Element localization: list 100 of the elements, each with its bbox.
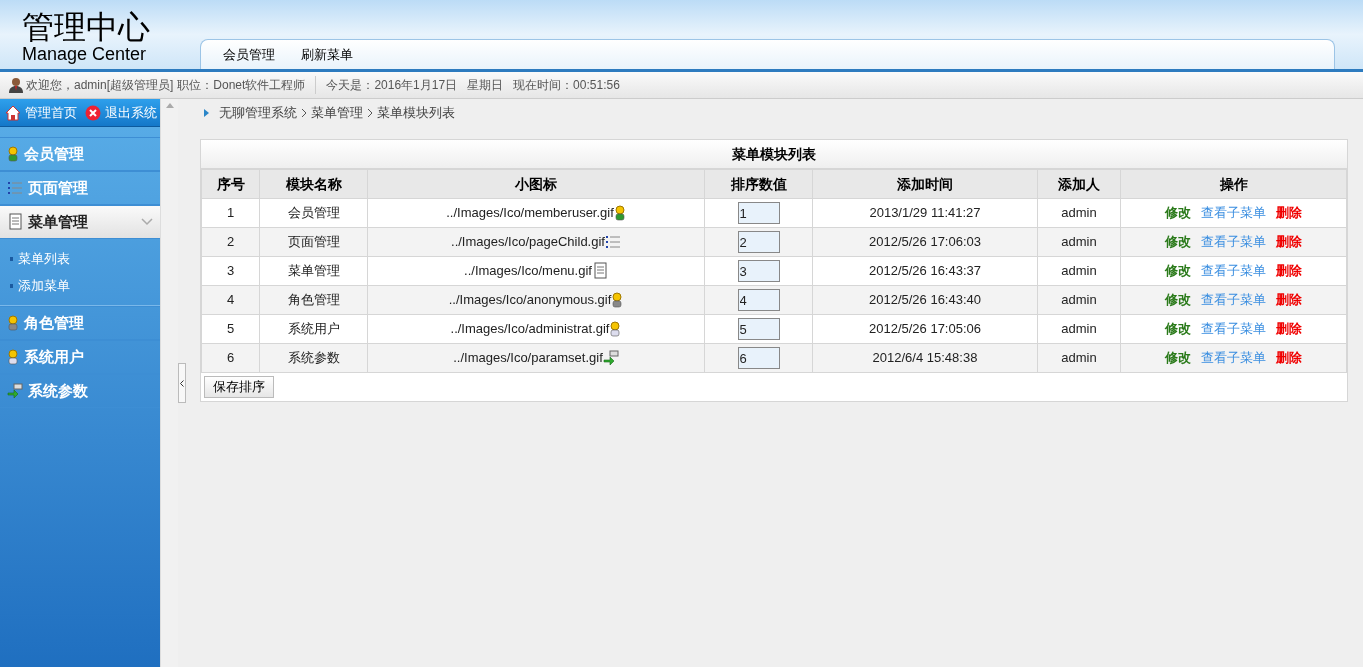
- table-cell: 2012/5/26 16:43:40: [812, 285, 1038, 315]
- view-submenu-link[interactable]: 查看子菜单: [1201, 232, 1266, 252]
- column-header: 添加时间: [812, 169, 1038, 199]
- menu-item-icon: [7, 213, 23, 231]
- sort-input[interactable]: 5: [737, 318, 780, 340]
- table-cell: 4: [201, 285, 260, 315]
- table-cell: 3: [201, 256, 260, 286]
- table-cell: admin: [1037, 227, 1121, 257]
- table-cell: 角色管理: [259, 285, 368, 315]
- edit-link[interactable]: 修改: [1165, 290, 1191, 310]
- delete-link[interactable]: 删除: [1276, 319, 1302, 339]
- logout-link[interactable]: 退出系统: [85, 102, 157, 123]
- date-text: 今天是：2016年1月17日: [326, 77, 458, 94]
- icon-path-text: ../Images/Ico/menu.gif: [464, 262, 592, 281]
- icon-path-text: ../Images/Ico/memberuser.gif: [446, 204, 614, 223]
- delete-link[interactable]: 删除: [1276, 261, 1302, 281]
- chevron-right-icon: [367, 108, 373, 118]
- edit-link[interactable]: 修改: [1165, 203, 1191, 223]
- module-icon: [611, 292, 624, 308]
- sidebar-menu-item[interactable]: 角色管理: [0, 306, 160, 340]
- logo-subtitle: Manage Center: [22, 45, 148, 63]
- collapse-sidebar-button[interactable]: [178, 363, 186, 403]
- table-cell: 系统参数: [259, 343, 368, 373]
- edit-link[interactable]: 修改: [1165, 232, 1191, 252]
- submenu-item[interactable]: 菜单列表: [0, 245, 160, 272]
- bullet-icon: [10, 283, 13, 288]
- edit-link[interactable]: 修改: [1165, 319, 1191, 339]
- delete-link[interactable]: 删除: [1276, 232, 1302, 252]
- sidebar-menu-item[interactable]: 会员管理: [0, 137, 160, 171]
- breadcrumb-item[interactable]: 无聊管理系统: [219, 103, 297, 123]
- table-cell: 2012/5/26 16:43:37: [812, 256, 1038, 286]
- view-submenu-link[interactable]: 查看子菜单: [1201, 261, 1266, 281]
- sort-input[interactable]: 4: [737, 289, 780, 311]
- sidebar-menu-item[interactable]: 系统用户: [0, 340, 160, 374]
- column-header: 添加人: [1037, 169, 1121, 199]
- table-cell: admin: [1037, 285, 1121, 315]
- delete-link[interactable]: 删除: [1276, 348, 1302, 368]
- close-icon: [85, 104, 101, 121]
- table-cell: 1: [201, 198, 260, 228]
- chevron-left-icon: [180, 379, 184, 387]
- submenu-item[interactable]: 添加菜单: [0, 272, 160, 299]
- sidebar-menu-item[interactable]: 页面管理: [0, 171, 160, 205]
- sidebar-menu-item[interactable]: 菜单管理: [0, 205, 160, 239]
- scroll-up-icon: [165, 103, 174, 108]
- chevron-right-icon: [301, 108, 307, 118]
- delete-link[interactable]: 删除: [1276, 290, 1302, 310]
- sort-input[interactable]: 3: [737, 260, 780, 282]
- menu-item-icon: [7, 180, 23, 196]
- table-cell: 系统用户: [259, 314, 368, 344]
- delete-link[interactable]: 删除: [1276, 203, 1302, 223]
- edit-link[interactable]: 修改: [1165, 348, 1191, 368]
- module-icon: [591, 262, 608, 280]
- top-tab[interactable]: 会员管理: [223, 44, 275, 65]
- view-submenu-link[interactable]: 查看子菜单: [1201, 203, 1266, 223]
- column-header: 序号: [201, 169, 260, 199]
- sort-input[interactable]: 2: [737, 231, 780, 253]
- view-submenu-link[interactable]: 查看子菜单: [1201, 348, 1266, 368]
- column-header: 排序数值: [704, 169, 813, 199]
- view-submenu-link[interactable]: 查看子菜单: [1201, 319, 1266, 339]
- table-cell: 6: [201, 343, 260, 373]
- table-cell: admin: [1037, 314, 1121, 344]
- time-text: 现在时间：00:51:56: [513, 77, 620, 94]
- edit-link[interactable]: 修改: [1165, 261, 1191, 281]
- table-cell: 会员管理: [259, 198, 368, 228]
- menu-item-icon: [7, 146, 19, 162]
- icon-path-text: ../Images/Ico/paramset.gif: [453, 349, 603, 368]
- save-order-button[interactable]: 保存排序: [204, 376, 274, 398]
- weekday-text: 星期日: [467, 77, 504, 94]
- column-header: 模块名称: [259, 169, 368, 199]
- chevron-down-icon: [141, 218, 153, 226]
- welcome-text: 欢迎您，admin[超级管理员]: [26, 77, 174, 94]
- icon-path-text: ../Images/Ico/administrat.gif: [450, 320, 610, 339]
- column-header: 操作: [1120, 169, 1347, 199]
- top-tab[interactable]: 刷新菜单: [301, 44, 353, 65]
- icon-path-text: ../Images/Ico/anonymous.gif: [448, 291, 612, 310]
- table-cell: 2013/1/29 11:41:27: [812, 198, 1038, 228]
- table-cell: 2012/5/26 17:06:03: [812, 227, 1038, 257]
- sort-input[interactable]: 6: [737, 347, 780, 369]
- sort-input[interactable]: 1: [737, 202, 780, 224]
- view-submenu-link[interactable]: 查看子菜单: [1201, 290, 1266, 310]
- module-icon: [609, 321, 622, 337]
- position-text: 职位：Donet软件工程师: [177, 76, 317, 94]
- table-cell: admin: [1037, 343, 1121, 373]
- logo-title: 管理中心: [22, 11, 151, 43]
- breadcrumb-item: 菜单模块列表: [377, 104, 455, 123]
- module-icon: [613, 205, 626, 221]
- icon-path-text: ../Images/Ico/pageChild.gif: [451, 233, 605, 252]
- module-icon: [602, 350, 619, 366]
- table-cell: 5: [201, 314, 260, 344]
- menu-item-icon: [7, 383, 23, 399]
- menu-item-icon: [7, 315, 19, 331]
- home-icon: [5, 104, 21, 121]
- module-icon: [604, 234, 621, 250]
- table-cell: 菜单管理: [259, 256, 368, 286]
- home-link[interactable]: 管理首页: [5, 102, 77, 123]
- table-cell: admin: [1037, 198, 1121, 228]
- table-cell: 页面管理: [259, 227, 368, 257]
- sidebar-menu-item[interactable]: 系统参数: [0, 374, 160, 408]
- breadcrumb-item[interactable]: 菜单管理: [311, 103, 363, 123]
- table-cell: 2012/5/26 17:05:06: [812, 314, 1038, 344]
